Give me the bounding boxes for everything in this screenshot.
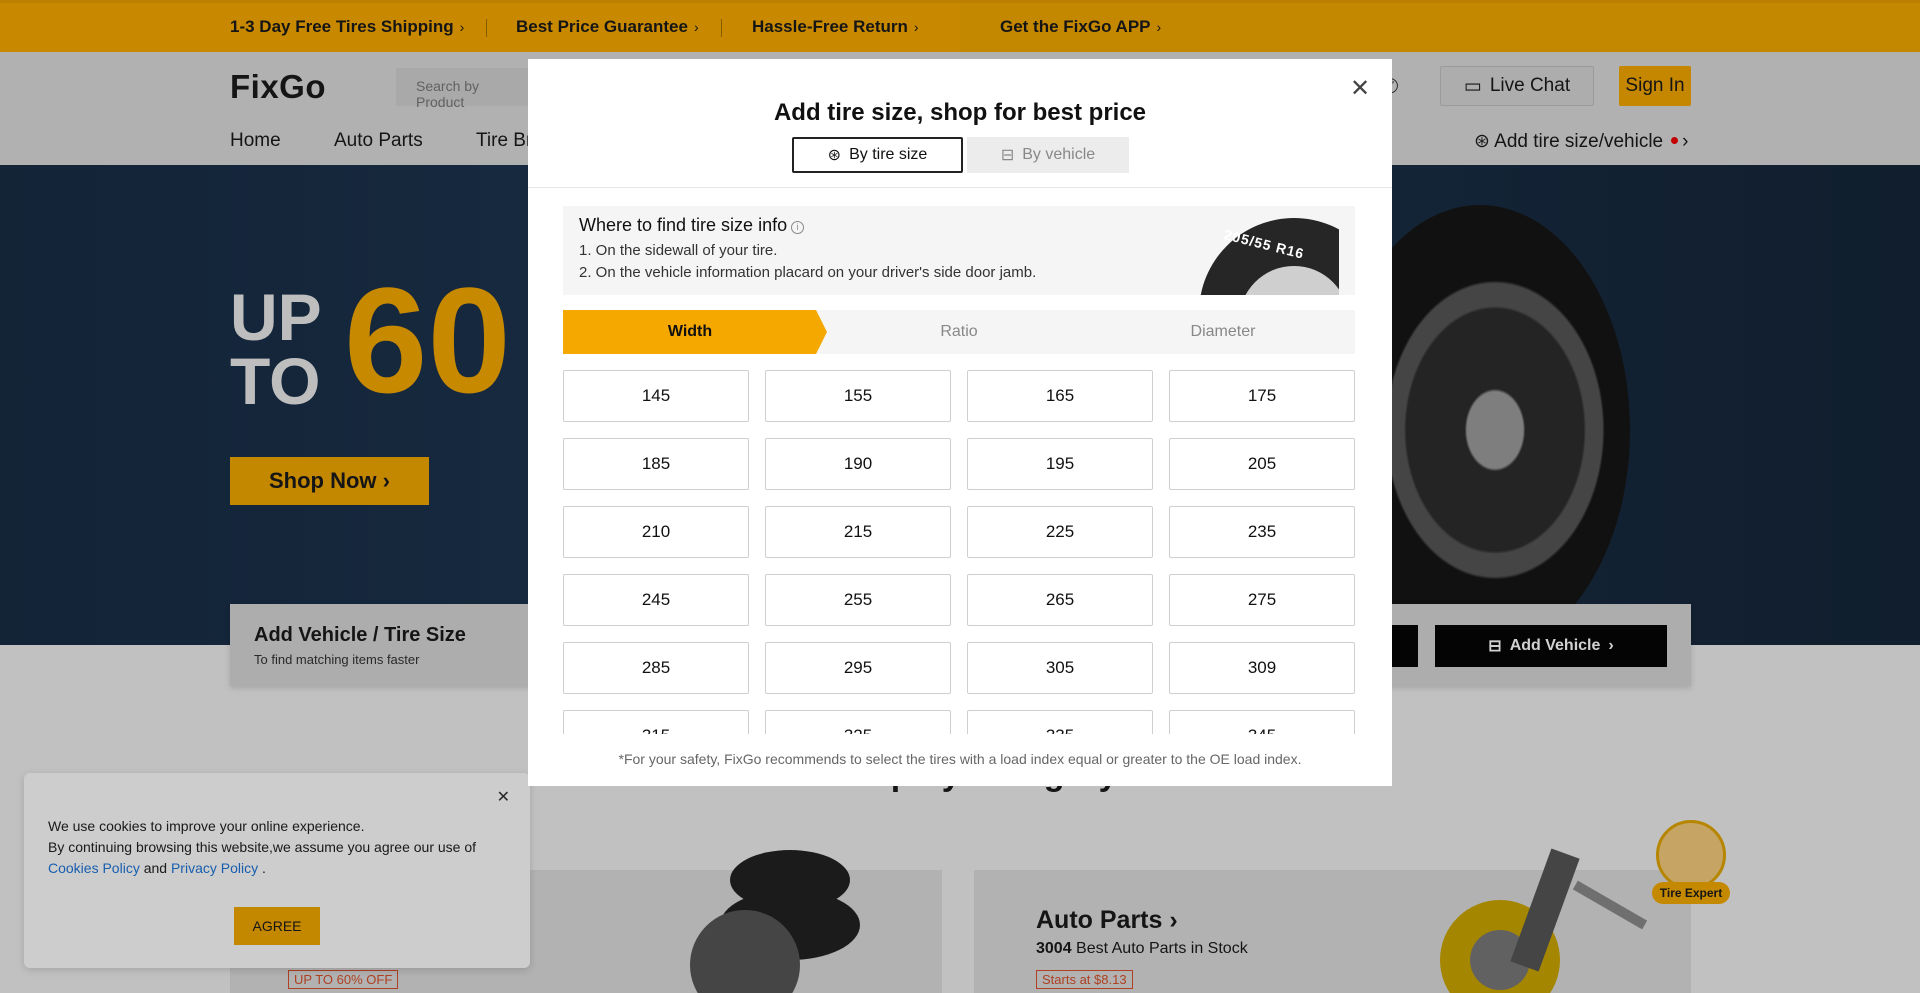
info-line-sidewall: 1. On the sidewall of your tire.: [579, 242, 778, 259]
width-option[interactable]: 245: [563, 574, 749, 626]
info-heading: Where to find tire size info i: [579, 215, 805, 236]
width-option[interactable]: 205: [1169, 438, 1355, 490]
width-option[interactable]: 145: [563, 370, 749, 422]
tire-sidewall-image: 205/55 R16: [1199, 218, 1339, 295]
width-option[interactable]: 275: [1169, 574, 1355, 626]
info-line-placard: 2. On the vehicle information placard on…: [579, 264, 1037, 281]
width-option[interactable]: 295: [765, 642, 951, 694]
info-icon[interactable]: i: [791, 221, 805, 234]
modal-tabs: ⊛ By tire size ⊟ By vehicle: [792, 137, 1129, 173]
width-option[interactable]: 255: [765, 574, 951, 626]
width-option[interactable]: 235: [1169, 506, 1355, 558]
tab-by-vehicle-label: By vehicle: [1022, 146, 1096, 163]
width-option[interactable]: 185: [563, 438, 749, 490]
step-width[interactable]: Width: [563, 310, 827, 354]
tab-by-tire-size-label: By tire size: [849, 146, 928, 163]
modal-close-icon[interactable]: ✕: [1350, 77, 1370, 101]
width-option[interactable]: 265: [967, 574, 1153, 626]
step-diameter[interactable]: Diameter: [1091, 310, 1355, 354]
width-options-grid: 145 155 165 175 185 190 195 205 210 215 225 235 245 2…: [563, 370, 1355, 734]
width-option[interactable]: 155: [765, 370, 951, 422]
width-option[interactable]: 210: [563, 506, 749, 558]
width-option[interactable]: 335: [967, 710, 1153, 734]
step-ratio[interactable]: Ratio: [827, 310, 1091, 354]
tab-by-vehicle[interactable]: ⊟ By vehicle: [967, 137, 1129, 173]
width-option[interactable]: 165: [967, 370, 1153, 422]
width-option[interactable]: 225: [967, 506, 1153, 558]
tire-icon: ⊛: [827, 147, 842, 164]
safety-note: *For your safety, FixGo recommends to se…: [618, 751, 1302, 767]
tab-by-tire-size[interactable]: ⊛ By tire size: [792, 137, 963, 173]
width-option[interactable]: 285: [563, 642, 749, 694]
tire-size-modal: ✕ Add tire size, shop for best price ⊛ B…: [528, 59, 1392, 786]
width-option[interactable]: 175: [1169, 370, 1355, 422]
size-steps: Width Ratio Diameter: [563, 310, 1355, 354]
width-option[interactable]: 215: [765, 506, 951, 558]
width-options-scroll[interactable]: 145 155 165 175 185 190 195 205 210 215 225 235 245 2…: [563, 370, 1355, 734]
width-option[interactable]: 325: [765, 710, 951, 734]
modal-divider: [528, 187, 1392, 188]
width-option[interactable]: 195: [967, 438, 1153, 490]
width-option[interactable]: 190: [765, 438, 951, 490]
width-option[interactable]: 305: [967, 642, 1153, 694]
modal-title: Add tire size, shop for best price: [773, 99, 1147, 126]
width-option[interactable]: 345: [1169, 710, 1355, 734]
width-option[interactable]: 315: [563, 710, 749, 734]
car-icon: ⊟: [1000, 147, 1015, 164]
width-option[interactable]: 309: [1169, 642, 1355, 694]
tire-size-info-box: Where to find tire size info i 1. On the …: [563, 206, 1355, 295]
